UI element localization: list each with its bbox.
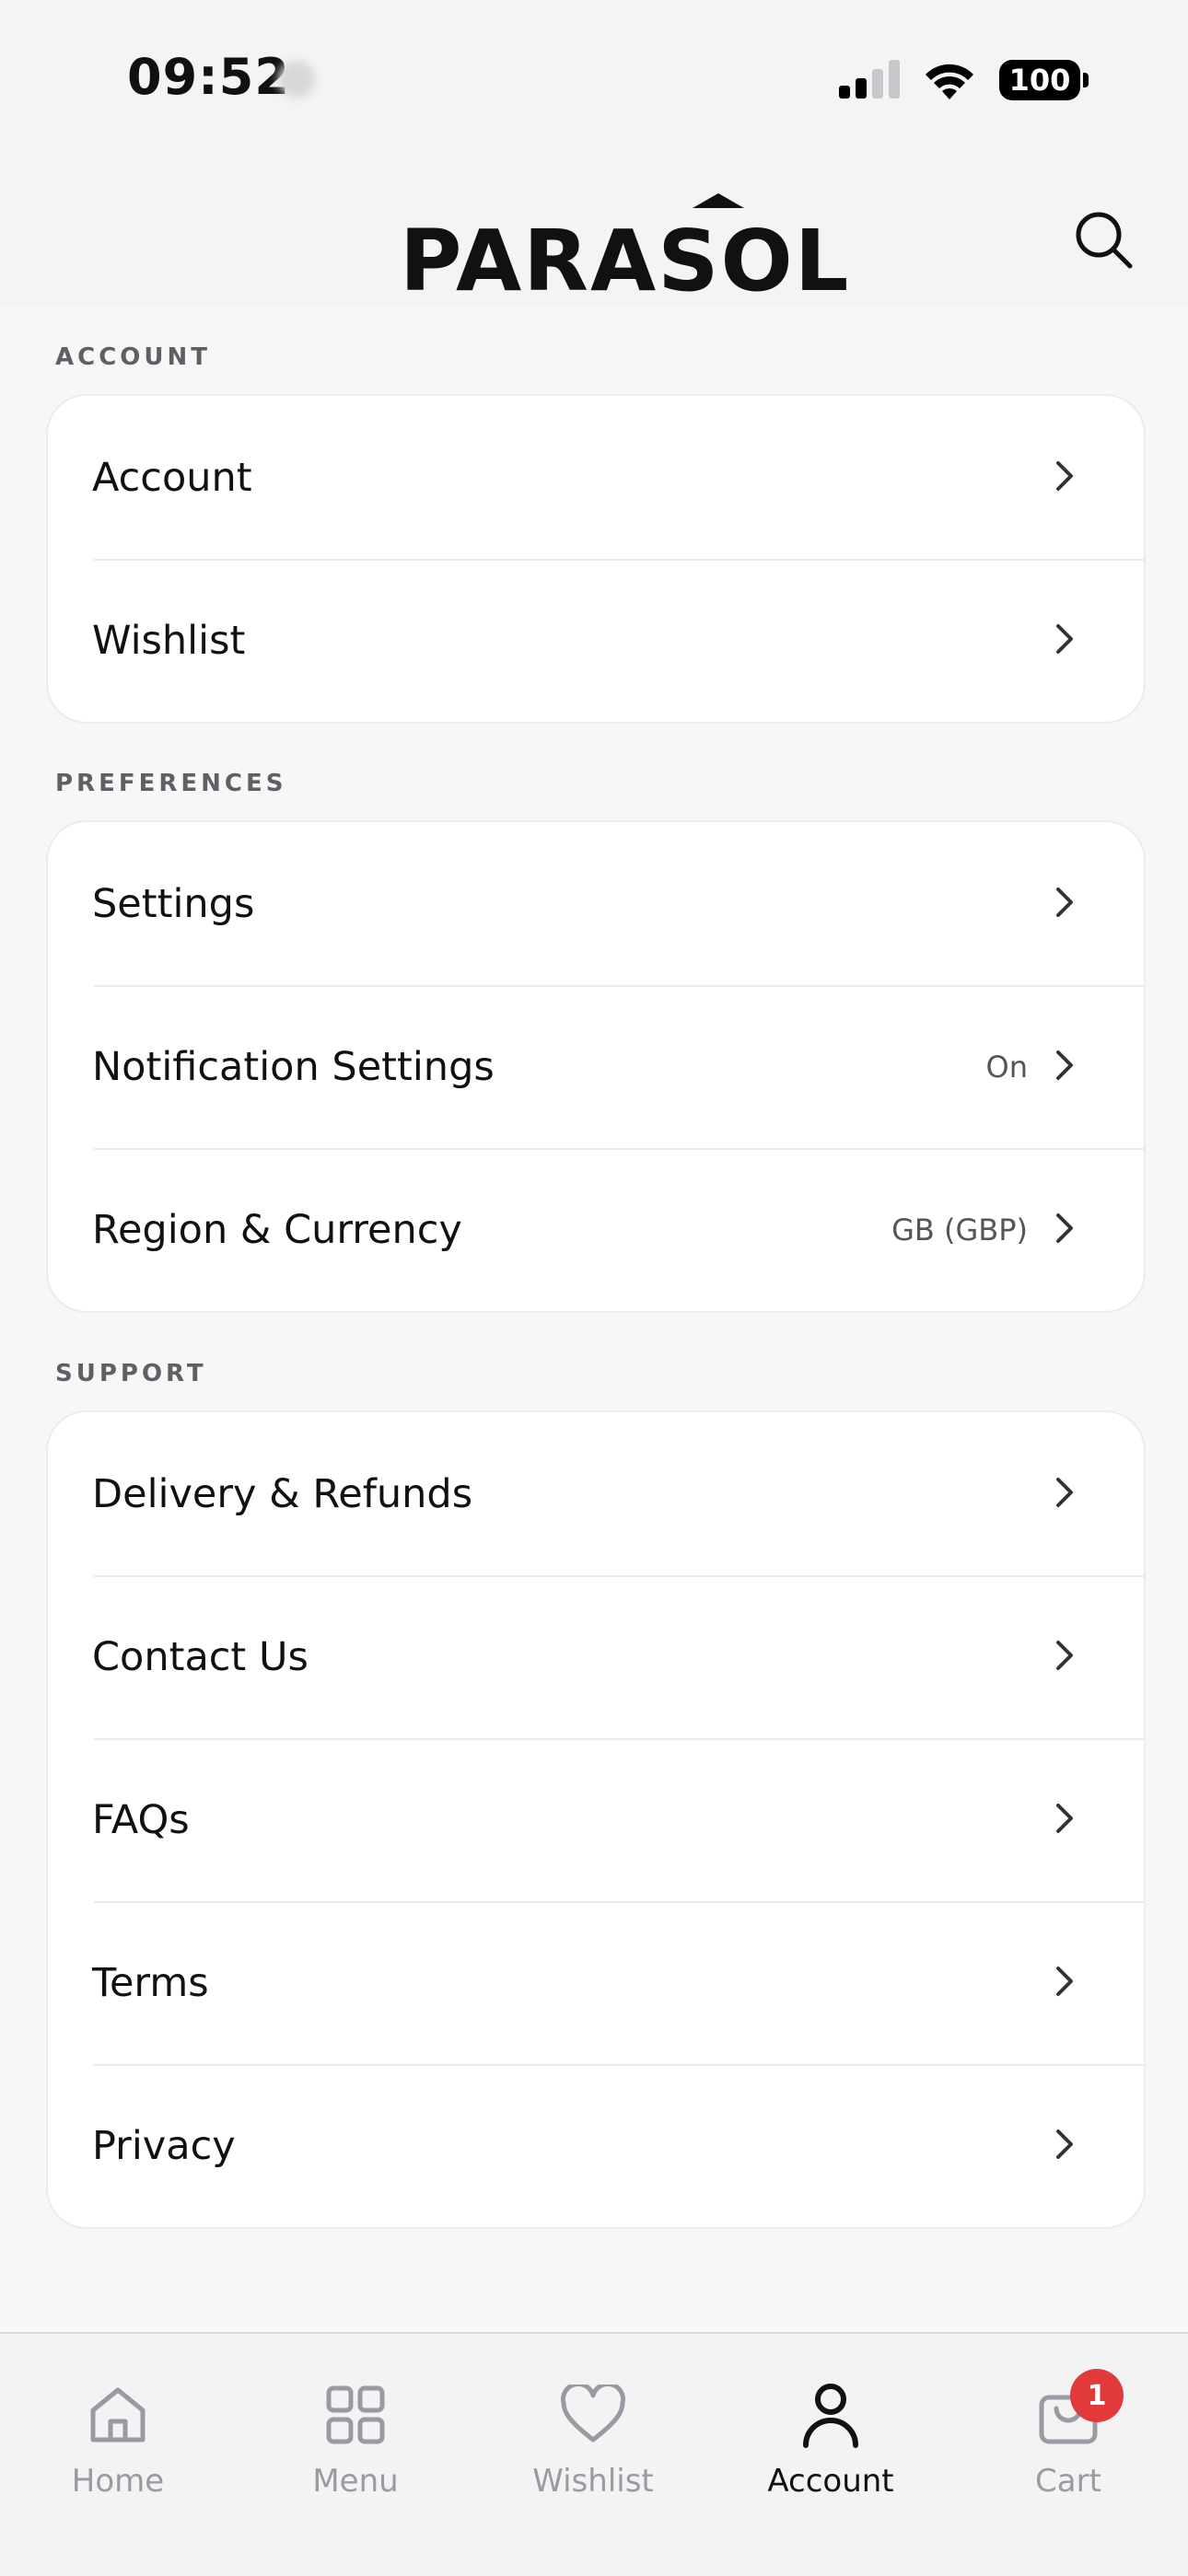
tab-wishlist[interactable]: Wishlist — [501, 2334, 685, 2518]
cellular-signal-icon — [839, 60, 900, 99]
list-item-region-currency[interactable]: Region & Currency GB (GBP) — [48, 1148, 1144, 1311]
list-item-notification-settings[interactable]: Notification Settings On — [48, 985, 1144, 1148]
account-card: Account Wishlist — [46, 394, 1146, 724]
section-title-preferences: PREFERENCES — [55, 770, 287, 797]
region-currency-value: GB (GBP) — [891, 1212, 1028, 1247]
tab-home[interactable]: Home — [26, 2334, 210, 2518]
section-title-account: ACCOUNT — [55, 343, 211, 371]
list-item-contact-us[interactable]: Contact Us — [48, 1575, 1144, 1738]
list-item-terms[interactable]: Terms — [48, 1901, 1144, 2064]
battery-level: 100 — [999, 60, 1080, 100]
chevron-right-icon — [1042, 1795, 1089, 1841]
parasol-logo: PARASOL — [400, 193, 850, 304]
row-label: Notification Settings — [92, 1043, 495, 1090]
row-label: Contact Us — [92, 1633, 309, 1680]
tab-label: Account — [767, 2463, 894, 2500]
tab-menu[interactable]: Menu — [263, 2334, 448, 2518]
tab-label: Wishlist — [532, 2463, 654, 2500]
battery-icon: 100 — [999, 60, 1089, 100]
list-item-settings[interactable]: Settings — [48, 822, 1144, 985]
chevron-right-icon — [1042, 1632, 1089, 1678]
user-icon — [794, 2378, 868, 2452]
chevron-right-icon — [1042, 1469, 1089, 1515]
list-item-wishlist[interactable]: Wishlist — [48, 559, 1144, 722]
cart-icon: 1 — [1031, 2369, 1124, 2452]
row-label: Account — [92, 454, 252, 501]
list-item-account[interactable]: Account — [48, 396, 1144, 559]
row-label: Delivery & Refunds — [92, 1470, 473, 1517]
row-label: Terms — [92, 1959, 209, 2006]
preferences-card: Settings Notification Settings On Region… — [46, 820, 1146, 1313]
bottom-tab-bar: Home Menu Wishlist Account 1 Cart — [0, 2332, 1188, 2576]
row-label: Settings — [92, 880, 255, 927]
cart-badge: 1 — [1070, 2369, 1124, 2422]
search-button[interactable] — [1066, 203, 1140, 276]
status-time: 09:52 — [127, 48, 290, 106]
chevron-right-icon — [1042, 879, 1089, 925]
chevron-right-icon — [1042, 616, 1089, 662]
row-label: Region & Currency — [92, 1206, 462, 1253]
list-item-faqs[interactable]: FAQs — [48, 1738, 1144, 1901]
chevron-right-icon — [1042, 453, 1089, 499]
tab-label: Menu — [312, 2463, 399, 2500]
wifi-icon — [926, 64, 973, 99]
section-title-support: SUPPORT — [55, 1360, 207, 1387]
status-bar: 09:52 100 — [0, 0, 1188, 157]
chevron-right-icon — [1042, 1958, 1089, 2004]
home-icon — [81, 2378, 155, 2452]
list-item-privacy[interactable]: Privacy — [48, 2064, 1144, 2227]
grid-icon — [319, 2378, 392, 2452]
app-header: PARASOL — [0, 157, 1188, 307]
status-icons: 100 — [839, 57, 1089, 103]
chevron-right-icon — [1042, 1042, 1089, 1088]
support-card: Delivery & Refunds Contact Us FAQs Terms… — [46, 1410, 1146, 2229]
row-label: Wishlist — [92, 617, 246, 664]
tab-label: Home — [71, 2463, 165, 2500]
chevron-right-icon — [1042, 2121, 1089, 2167]
logo-text: PARASOL — [400, 212, 851, 310]
search-icon — [1076, 212, 1133, 269]
list-item-delivery-refunds[interactable]: Delivery & Refunds — [48, 1412, 1144, 1575]
settings-list: ACCOUNT Account Wishlist PREFERENCES Set… — [0, 307, 1188, 2332]
tab-cart[interactable]: 1 Cart — [976, 2334, 1160, 2518]
row-label: Privacy — [92, 2122, 236, 2169]
heart-icon — [556, 2378, 630, 2452]
tab-label: Cart — [1035, 2463, 1101, 2500]
tab-account[interactable]: Account — [739, 2334, 923, 2518]
row-label: FAQs — [92, 1796, 190, 1843]
chevron-right-icon — [1042, 1205, 1089, 1251]
status-blurred-indicator — [278, 61, 315, 98]
notification-status: On — [985, 1049, 1028, 1085]
